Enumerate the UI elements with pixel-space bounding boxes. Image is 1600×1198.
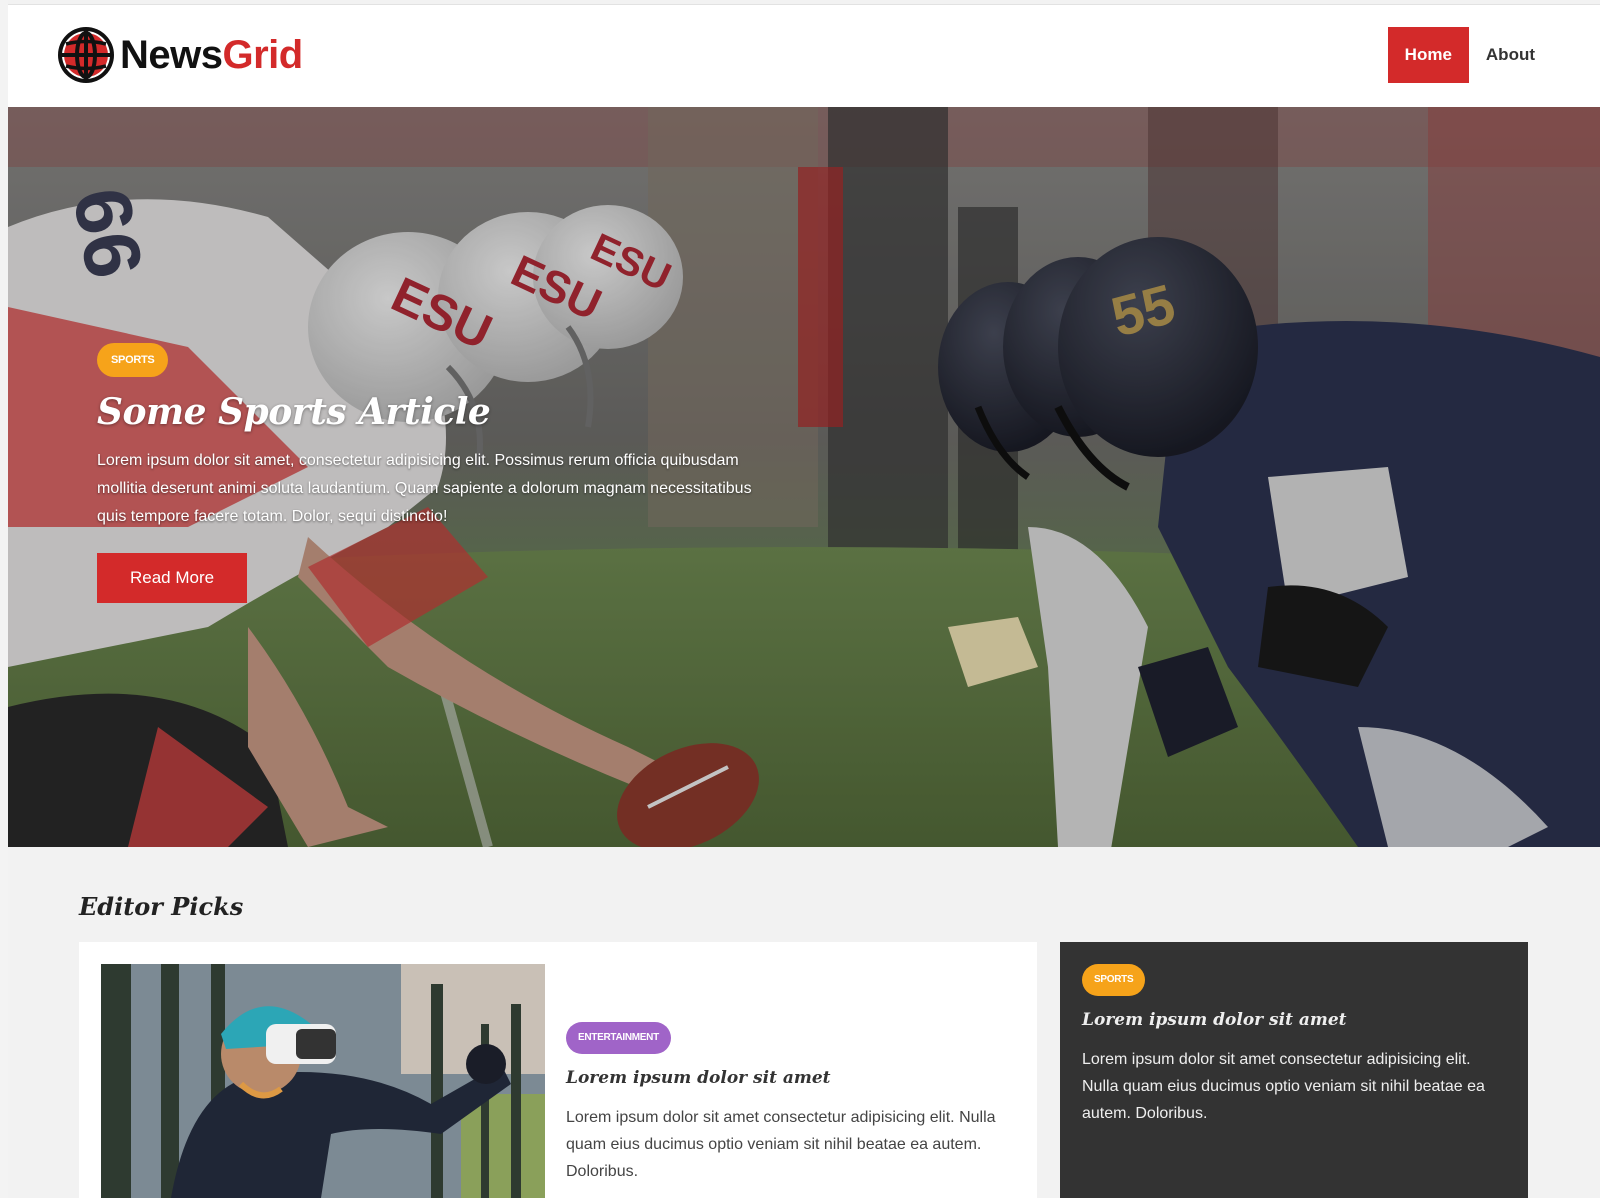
globe-icon (58, 27, 114, 83)
hero-content: SPORTS Some Sports Article Lorem ipsum d… (97, 343, 797, 603)
side-card-title[interactable]: Lorem ipsum dolor sit amet (1082, 1010, 1502, 1030)
logo-text-accent: Grid (222, 32, 304, 77)
read-more-button[interactable]: Read More (97, 553, 248, 603)
side-card-text: Lorem ipsum dolor sit amet consectetur a… (1082, 1051, 1485, 1122)
editor-pick-card-title[interactable]: Lorem ipsum dolor sit amet (566, 1068, 1006, 1088)
logo-text-primary: News (120, 32, 223, 77)
nav-item-home[interactable]: Home (1387, 27, 1469, 83)
site-header: NewsGrid Home About (8, 4, 1600, 107)
hero-title[interactable]: Some Sports Article (97, 391, 797, 433)
main-nav: Home About (1387, 27, 1552, 83)
editor-pick-card-body: ENTERTAINMENT Lorem ipsum dolor sit amet… (566, 1022, 1006, 1185)
editor-picks-title: Editor Picks (79, 892, 244, 921)
editor-pick-card-main[interactable]: ENTERTAINMENT Lorem ipsum dolor sit amet… (79, 942, 1037, 1198)
hero-showcase: ESU ESU ESU 66 55 SPORTS Some Sports Art… (8, 107, 1600, 847)
side-card-inner: SPORTS Lorem ipsum dolor sit amet Lorem … (1082, 964, 1502, 1127)
logo-wordmark: NewsGrid (120, 33, 303, 78)
nav-item-about[interactable]: About (1469, 27, 1552, 83)
editor-pick-card-side[interactable]: SPORTS Lorem ipsum dolor sit amet Lorem … (1060, 942, 1528, 1198)
sports-badge[interactable]: SPORTS (1082, 964, 1146, 996)
editor-pick-card-text: Lorem ipsum dolor sit amet consectetur a… (566, 1109, 996, 1180)
hero-text: Lorem ipsum dolor sit amet, consectetur … (97, 452, 752, 525)
entertainment-badge[interactable]: ENTERTAINMENT (566, 1022, 671, 1054)
vr-headset-image (101, 964, 545, 1198)
hero-category-badge[interactable]: SPORTS (97, 343, 169, 377)
page: NewsGrid Home About ESU ESU ESU 66 55 SP… (8, 0, 1600, 1198)
site-logo[interactable]: NewsGrid (56, 23, 303, 87)
